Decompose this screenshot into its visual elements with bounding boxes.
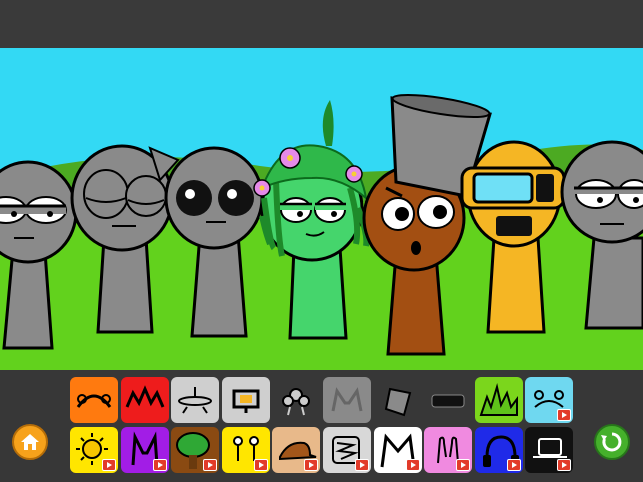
palette-row1-slot-cyan-antenna[interactable] xyxy=(525,377,573,423)
palette-row1-slot-green-grass[interactable] xyxy=(475,377,523,423)
palette-row1-slot-gray-bucket[interactable] xyxy=(374,377,422,423)
orange-hair-icon xyxy=(76,394,112,408)
home-button[interactable] xyxy=(12,424,48,460)
video-badge-icon xyxy=(557,459,571,471)
video-badge-icon xyxy=(557,409,571,421)
reset-button[interactable] xyxy=(594,424,630,460)
palette-row2-slot-purple-ears[interactable] xyxy=(121,427,169,473)
palette-row1-slot-monitor[interactable] xyxy=(222,377,270,423)
gray-cat-ears-icon xyxy=(331,387,363,412)
stage xyxy=(0,48,643,370)
video-badge-icon xyxy=(153,459,167,471)
red-spikes-icon xyxy=(125,385,165,408)
palette-row2-slot-sun[interactable] xyxy=(70,427,118,473)
video-badge-icon xyxy=(355,459,369,471)
video-badge-icon xyxy=(102,459,116,471)
video-badge-icon xyxy=(507,459,521,471)
video-badge-icon xyxy=(456,459,470,471)
halo-lines-icon xyxy=(178,387,212,414)
palette-row2-slot-pink-bunny[interactable] xyxy=(424,427,472,473)
monitor-icon xyxy=(232,389,260,413)
palette-row1-slot-red-spikes[interactable] xyxy=(121,377,169,423)
palette-row2-slot-black-hat[interactable] xyxy=(525,427,573,473)
video-badge-icon xyxy=(203,459,217,471)
reset-icon xyxy=(601,432,622,452)
palette-row2-slot-white-ears[interactable] xyxy=(374,427,422,473)
video-badge-icon xyxy=(304,459,318,471)
home-icon xyxy=(21,434,39,450)
palette-row2-slot-scribble[interactable] xyxy=(323,427,371,473)
palette-row2-slot-cap[interactable] xyxy=(272,427,320,473)
black-visor-icon xyxy=(431,394,465,408)
palette-row2-slot-tree[interactable] xyxy=(171,427,219,473)
stage-scene xyxy=(0,48,643,370)
palette-row1-slot-black-visor[interactable] xyxy=(424,377,472,423)
green-grass-icon xyxy=(479,383,518,416)
palette-row1-slot-gray-cat-ears[interactable] xyxy=(323,377,371,423)
palette-row1-slot-orange-hair[interactable] xyxy=(70,377,118,423)
flower-gray-icon xyxy=(282,388,310,416)
gray-bucket-icon xyxy=(384,387,412,417)
palette-row2-slot-yellow-antenna[interactable] xyxy=(222,427,270,473)
palette-row1-slot-halo-lines[interactable] xyxy=(171,377,219,423)
video-badge-icon xyxy=(406,459,420,471)
video-badge-icon xyxy=(254,459,268,471)
palette-row2-slot-blue-headphones[interactable] xyxy=(475,427,523,473)
palette-row1-slot-flower-gray[interactable] xyxy=(272,377,320,423)
top-bar xyxy=(0,0,643,48)
